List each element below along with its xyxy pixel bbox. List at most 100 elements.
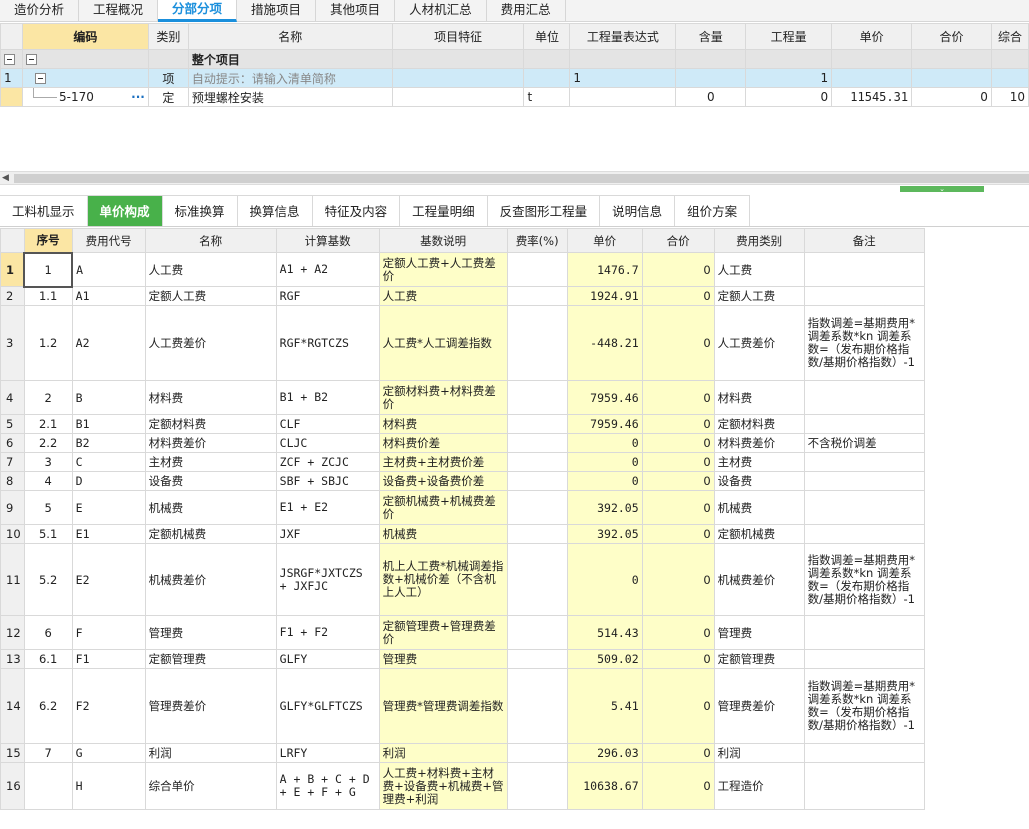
expr-cell[interactable]: 1 [569, 68, 677, 88]
base-desc-cell[interactable]: 主材费+主材费价差 [378, 452, 508, 472]
unit-price-cell[interactable]: -448.21 [566, 305, 643, 381]
total-cell[interactable]: 0 [641, 524, 715, 544]
total-cell[interactable]: 0 [641, 252, 715, 287]
remark-cell[interactable] [803, 286, 925, 306]
table-row-selected[interactable]: 1 项 自动提示：请输入清单简称 1 1 [0, 68, 1029, 88]
rate-cell[interactable] [506, 524, 568, 544]
column-header-7[interactable]: 含量 [675, 23, 747, 50]
fee-code-cell[interactable]: B1 [71, 414, 146, 434]
total-cell[interactable]: 0 [641, 615, 715, 650]
seq-cell[interactable]: 5 [23, 490, 73, 525]
remark-cell[interactable] [803, 743, 925, 763]
name-cell[interactable]: 定额人工费 [144, 286, 277, 306]
rate-cell[interactable] [506, 762, 568, 810]
base-desc-cell[interactable]: 设备费+设备费价差 [378, 471, 508, 491]
total-cell[interactable]: 0 [641, 380, 715, 415]
column-header-10[interactable]: 合价 [911, 23, 992, 50]
unit-cell[interactable] [523, 49, 571, 69]
remark-cell[interactable] [803, 649, 925, 669]
remark-cell[interactable] [803, 524, 925, 544]
seq-cell[interactable]: 1.1 [23, 286, 73, 306]
unit-cell[interactable] [523, 68, 571, 88]
tab-5[interactable]: 人材机汇总 [395, 0, 487, 22]
remark-cell[interactable]: 不含税价调差 [803, 433, 925, 453]
calc-base-cell[interactable]: A + B + C + D + E + F + G [275, 762, 380, 810]
detail-tab-1[interactable]: 单价构成 [87, 195, 163, 226]
detail-tab-4[interactable]: 特征及内容 [312, 195, 401, 226]
unit-price-cell[interactable]: 1476.7 [566, 252, 643, 287]
name-cell[interactable]: 机械费差价 [144, 543, 277, 616]
total-cell[interactable]: 0 [641, 743, 715, 763]
type-cell[interactable] [147, 49, 189, 69]
seq-cell[interactable]: 4 [23, 471, 73, 491]
base-desc-cell[interactable]: 人工费+材料费+主材费+设备费+机械费+管理费+利润 [378, 762, 508, 810]
column-header-1[interactable]: 序号 [23, 228, 73, 253]
seq-cell[interactable]: 2.1 [23, 414, 73, 434]
column-header-2[interactable]: 费用代号 [71, 228, 146, 253]
column-header-7[interactable]: 单价 [566, 228, 643, 253]
name-cell[interactable]: 主材费 [144, 452, 277, 472]
total-cell[interactable]: 0 [641, 543, 715, 616]
calc-base-cell[interactable]: JSRGF*JXTCZS + JXFJC [275, 543, 380, 616]
unit-price-cell[interactable]: 1924.91 [566, 286, 643, 306]
total-cell[interactable]: 0 [911, 87, 992, 107]
seq-cell[interactable]: 1 [23, 251, 74, 288]
total-cell[interactable]: 0 [641, 762, 715, 810]
horizontal-scrollbar[interactable]: ◀ [0, 171, 1029, 185]
unit-price-cell[interactable]: 0 [566, 471, 643, 491]
rate-cell[interactable] [506, 452, 568, 472]
fee-code-cell[interactable]: A [71, 252, 146, 287]
seq-cell[interactable]: 6.1 [23, 649, 73, 669]
calc-base-cell[interactable]: B1 + B2 [275, 380, 380, 415]
unit-price-cell[interactable]: 5.41 [566, 668, 643, 744]
total-cell[interactable]: 0 [641, 452, 715, 472]
unit-price-cell[interactable]: 7959.46 [566, 414, 643, 434]
table-row-group[interactable]: 整个项目 [0, 49, 1029, 69]
expr-cell[interactable] [569, 87, 677, 107]
table-row[interactable]: 13 6.1 F1 定额管理费 GLFY 管理费 509.02 0 定额管理费 [0, 649, 925, 669]
base-desc-cell[interactable]: 利润 [378, 743, 508, 763]
name-cell[interactable]: 人工费差价 [144, 305, 277, 381]
code-cell[interactable] [21, 68, 149, 88]
scroll-left-icon[interactable]: ◀ [2, 173, 9, 183]
column-header-1[interactable]: 编码 [21, 23, 149, 50]
price-cell[interactable]: 11545.31 [831, 87, 913, 107]
table-row[interactable]: 11 5.2 E2 机械费差价 JSRGF*JXTCZS + JXFJC 机上人工费*机械… [0, 543, 925, 616]
seq-cell[interactable] [23, 762, 73, 810]
fee-category-cell[interactable]: 人工费差价 [713, 305, 805, 381]
name-cell[interactable]: 预埋螺栓安装 [187, 87, 393, 107]
name-cell[interactable]: 管理费 [144, 615, 277, 650]
content-cell[interactable] [675, 49, 747, 69]
calc-base-cell[interactable]: LRFY [275, 743, 380, 763]
price-cell[interactable] [831, 68, 913, 88]
detail-tab-6[interactable]: 反查图形工程量 [487, 195, 601, 226]
table-row[interactable]: 15 7 G 利润 LRFY 利润 296.03 0 利润 [0, 743, 925, 763]
feature-cell[interactable] [391, 49, 525, 69]
seq-cell[interactable]: 2.2 [23, 433, 73, 453]
remark-cell[interactable] [803, 414, 925, 434]
qty-cell[interactable] [745, 49, 833, 69]
name-cell[interactable]: 自动提示：请输入清单简称 [187, 68, 393, 88]
rate-cell[interactable] [506, 743, 568, 763]
base-desc-cell[interactable]: 管理费*管理费调差指数 [378, 668, 508, 744]
code-cell[interactable]: 5-170 ··· [21, 87, 149, 107]
name-cell[interactable]: 定额机械费 [144, 524, 277, 544]
column-header-0[interactable] [0, 23, 23, 50]
name-cell[interactable]: 管理费差价 [144, 668, 277, 744]
total-cell[interactable]: 0 [641, 471, 715, 491]
fee-category-cell[interactable]: 人工费 [713, 252, 805, 287]
fee-category-cell[interactable]: 机械费差价 [713, 543, 805, 616]
table-row[interactable]: 16 H 综合单价 A + B + C + D + E + F + G 人工费+材料费+… [0, 762, 925, 810]
expr-cell[interactable] [569, 49, 677, 69]
fee-category-cell[interactable]: 设备费 [713, 471, 805, 491]
calc-base-cell[interactable]: RGF*RGTCZS [275, 305, 380, 381]
seq-cell[interactable]: 5.1 [23, 524, 73, 544]
remark-cell[interactable]: 指数调差=基期费用*调差系数*kn 调差系数=（发布期价格指数/基期价格指数）-… [803, 543, 925, 616]
base-desc-cell[interactable]: 材料费 [378, 414, 508, 434]
fee-category-cell[interactable]: 工程造价 [713, 762, 805, 810]
unit-price-cell[interactable]: 0 [566, 433, 643, 453]
total-cell[interactable]: 0 [641, 286, 715, 306]
seq-cell[interactable]: 6 [23, 615, 73, 650]
table-row[interactable]: 6 2.2 B2 材料费差价 CLJC 材料费价差 0 0 材料费差价 不含税价调差 [0, 433, 925, 453]
rate-cell[interactable] [506, 380, 568, 415]
